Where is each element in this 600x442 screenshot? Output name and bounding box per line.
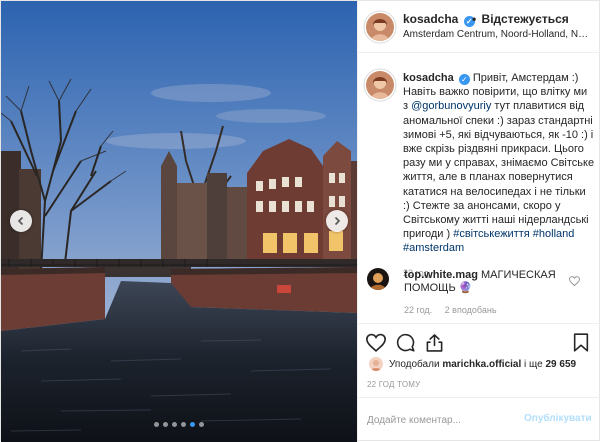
share-icon xyxy=(426,334,443,352)
carousel-dot xyxy=(181,422,186,427)
chevron-right-icon xyxy=(334,216,341,226)
likes-summary: Уподобали marichka.official і ще 29 659 xyxy=(358,353,600,373)
comment-time: 22 год. xyxy=(404,305,433,315)
comment-text: top.white.mag МАГИЧЕСКАЯ ПОМОЩЬ 🔮 xyxy=(404,269,564,295)
carousel-dot xyxy=(190,422,195,427)
heart-icon xyxy=(569,276,580,287)
commenter-avatar[interactable] xyxy=(367,268,389,290)
add-comment-bar: Опублікувати xyxy=(358,397,600,442)
like-button[interactable] xyxy=(365,333,387,355)
comment-input[interactable] xyxy=(367,411,517,429)
carousel-dot xyxy=(163,422,168,427)
next-photo-button[interactable] xyxy=(326,210,348,232)
separator-dot: • xyxy=(472,12,477,26)
commenter-username[interactable]: top.white.mag xyxy=(404,269,478,281)
comment-button[interactable] xyxy=(396,333,415,355)
likes-prefix: Уподобали xyxy=(389,359,443,370)
post-location[interactable]: Amsterdam Centrum, Noord-Holland, Nether… xyxy=(403,29,589,40)
post-side-panel: kosadcha ✓ • Відстежується Amsterdam Cen… xyxy=(357,1,600,442)
avatar-image xyxy=(366,13,394,41)
author-username[interactable]: kosadcha ✓ xyxy=(403,12,475,27)
liker-username[interactable]: marichka.official xyxy=(442,359,521,370)
comment-likes[interactable]: 2 вподобань xyxy=(445,305,497,315)
save-button[interactable] xyxy=(573,333,589,355)
caption-avatar[interactable] xyxy=(366,71,394,99)
amsterdam-canal-image xyxy=(1,1,357,442)
comment-icon xyxy=(396,333,415,352)
caption-text: kosadcha ✓ Привіт, Амстердам :) Навіть в… xyxy=(403,71,595,280)
post-photo[interactable] xyxy=(1,1,357,442)
carousel-dot xyxy=(154,422,159,427)
post-date[interactable]: 22 ГОД ТОМУ xyxy=(367,380,420,389)
author-avatar[interactable] xyxy=(366,13,394,41)
likes-middle: і ще xyxy=(521,359,546,370)
previous-photo-button[interactable] xyxy=(10,210,32,232)
comment-like-button[interactable] xyxy=(569,275,580,289)
likes-text: Уподобали marichka.official і ще 29 659 xyxy=(389,359,576,370)
follow-status[interactable]: • Відстежується xyxy=(470,12,569,26)
chevron-left-icon xyxy=(17,216,24,226)
caption-text-part: тут плавитися від аномальної спеки :) за… xyxy=(403,100,595,241)
avatar-image xyxy=(366,71,394,99)
avatar-image xyxy=(367,268,389,290)
carousel-dot xyxy=(199,422,204,427)
carousel-indicator xyxy=(1,422,357,427)
caption-username[interactable]: kosadcha xyxy=(403,72,454,84)
mention-link[interactable]: @gorbunovyuriy xyxy=(411,100,491,112)
liker-avatar[interactable] xyxy=(369,357,383,371)
instagram-post: kosadcha ✓ • Відстежується Amsterdam Cen… xyxy=(0,0,600,442)
publish-button[interactable]: Опублікувати xyxy=(524,413,592,424)
bookmark-icon xyxy=(573,333,589,352)
likes-count[interactable]: 29 659 xyxy=(545,359,576,370)
avatar-image xyxy=(369,357,383,371)
crystal-ball-emoji: 🔮 xyxy=(458,282,473,294)
carousel-dot xyxy=(172,422,177,427)
verified-icon: ✓ xyxy=(458,74,470,85)
post-header: kosadcha ✓ • Відстежується Amsterdam Cen… xyxy=(358,1,600,53)
heart-icon xyxy=(365,333,387,352)
comment-meta: 22 год. 2 вподобань xyxy=(404,305,507,315)
